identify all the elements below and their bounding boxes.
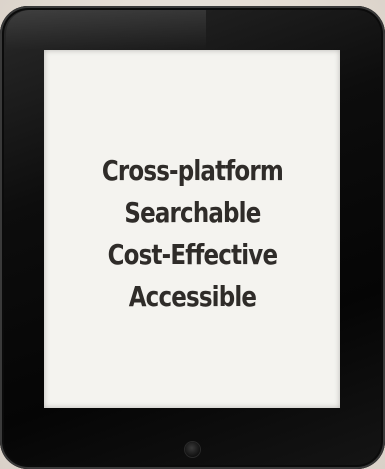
- tablet-screen: Cross-platform Searchable Cost-Effective…: [44, 50, 340, 408]
- feature-accessible: Accessible: [128, 280, 256, 313]
- bezel-highlight: [6, 10, 206, 50]
- feature-cross-platform: Cross-platform: [101, 154, 283, 187]
- tablet-device: Cross-platform Searchable Cost-Effective…: [0, 6, 385, 469]
- feature-searchable: Searchable: [123, 196, 261, 229]
- home-button-icon[interactable]: [185, 442, 200, 457]
- feature-cost-effective: Cost-Effective: [107, 238, 277, 271]
- feature-list: Cross-platform Searchable Cost-Effective…: [82, 150, 303, 318]
